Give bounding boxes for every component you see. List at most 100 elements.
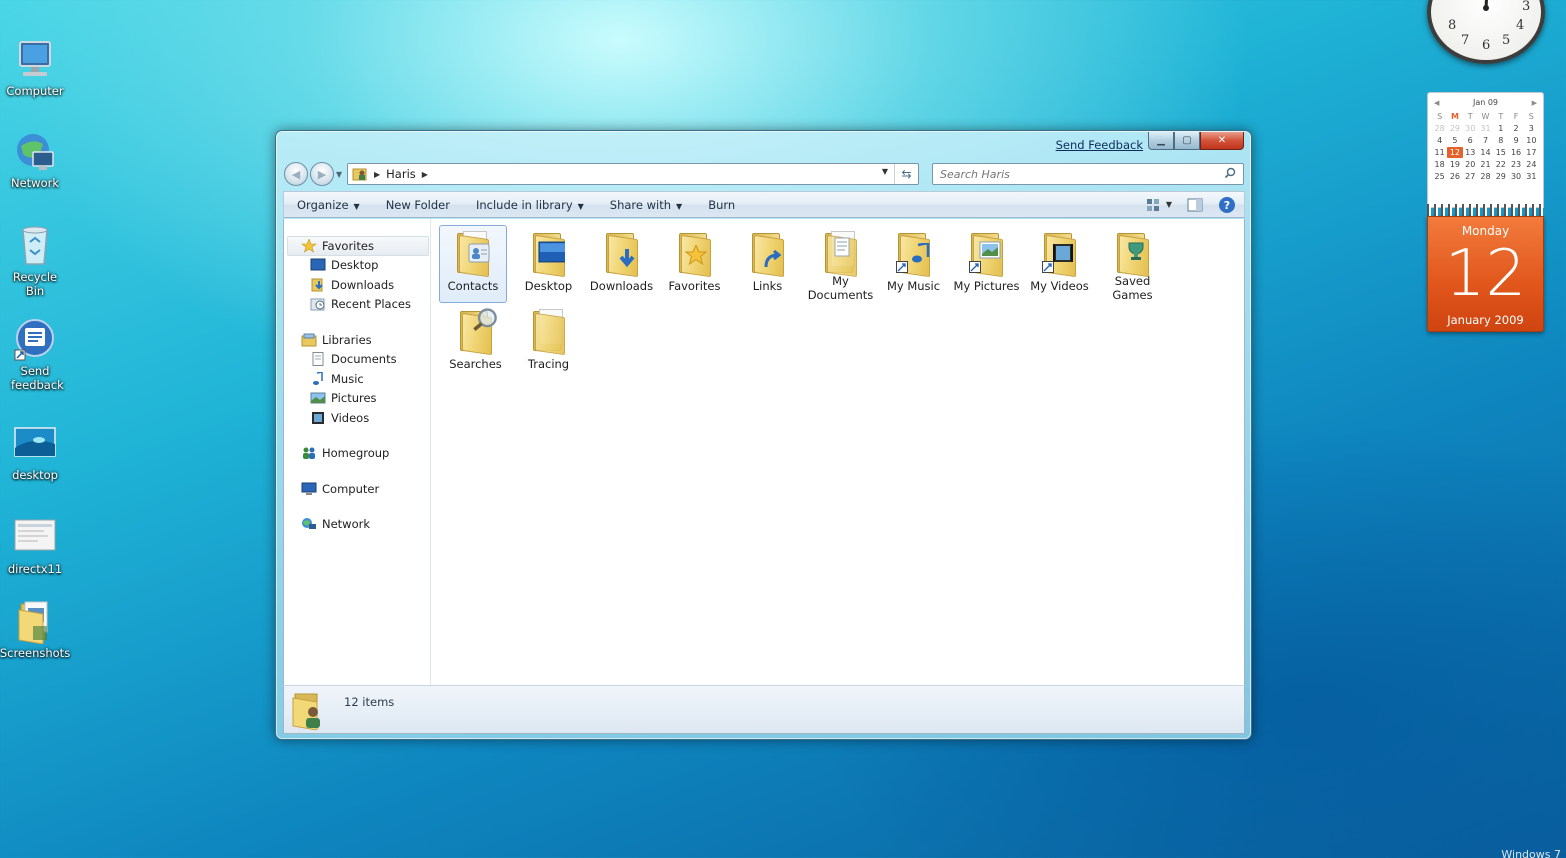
file-item[interactable]: Desktop bbox=[512, 225, 585, 303]
nav-libraries[interactable]: Libraries bbox=[284, 330, 430, 350]
calendar-day[interactable]: 10 bbox=[1524, 135, 1539, 146]
desktop-icon-screenshots[interactable]: Screenshots bbox=[0, 600, 70, 660]
calendar-day[interactable]: 3 bbox=[1524, 123, 1539, 134]
desktop-icon-computer[interactable]: Computer bbox=[2, 38, 68, 98]
calendar-day[interactable]: 27 bbox=[1463, 171, 1478, 182]
back-button[interactable]: ◀ bbox=[284, 162, 308, 186]
nav-music[interactable]: Music bbox=[284, 369, 430, 389]
nav-computer[interactable]: Computer bbox=[284, 479, 430, 499]
calendar-day[interactable]: 8 bbox=[1493, 135, 1508, 146]
clock-gadget[interactable]: 8 7 6 5 4 3 bbox=[1427, 0, 1545, 64]
calendar-day[interactable]: 13 bbox=[1463, 147, 1478, 158]
calendar-day[interactable]: 17 bbox=[1524, 147, 1539, 158]
breadcrumb-separator-icon[interactable]: ▶ bbox=[374, 170, 380, 179]
calendar-day[interactable]: 4 bbox=[1432, 135, 1447, 146]
nav-homegroup[interactable]: Homegroup bbox=[284, 444, 430, 464]
nav-favorites[interactable]: Favorites bbox=[287, 236, 429, 256]
calendar-day[interactable]: 21 bbox=[1478, 159, 1493, 170]
desktop-icon-recycle-bin[interactable]: Recycle Bin bbox=[2, 224, 68, 298]
calendar-day[interactable]: 23 bbox=[1508, 159, 1523, 170]
calendar-day[interactable]: 11 bbox=[1432, 147, 1447, 158]
calendar-day[interactable]: 1 bbox=[1493, 123, 1508, 134]
calendar-day[interactable]: 24 bbox=[1524, 159, 1539, 170]
burn-button[interactable]: Burn bbox=[695, 198, 748, 212]
file-item[interactable]: Downloads bbox=[585, 225, 658, 303]
calendar-day[interactable]: 2 bbox=[1508, 123, 1523, 134]
calendar-day[interactable]: 20 bbox=[1463, 159, 1478, 170]
file-item[interactable]: Links bbox=[731, 225, 804, 303]
file-item[interactable]: My Music bbox=[877, 225, 950, 303]
file-item[interactable]: Contacts bbox=[439, 225, 507, 303]
desktop-icon-send-feedback[interactable]: Send feedback bbox=[2, 318, 68, 392]
refresh-button[interactable]: ⇆ bbox=[894, 164, 918, 184]
breadcrumb-separator-icon[interactable]: ▶ bbox=[422, 170, 428, 179]
nav-videos[interactable]: Videos bbox=[284, 408, 430, 428]
calendar-day[interactable]: 14 bbox=[1478, 147, 1493, 158]
calendar-day[interactable]: 16 bbox=[1508, 147, 1523, 158]
desktop-icon-desktop[interactable]: desktop bbox=[2, 422, 68, 482]
calendar-day[interactable]: 30 bbox=[1463, 123, 1478, 134]
share-with-button[interactable]: Share with ▼ bbox=[597, 198, 695, 212]
desktop-icon-directx11[interactable]: directx11 bbox=[2, 516, 68, 576]
calendar-day[interactable]: 29 bbox=[1493, 171, 1508, 182]
calendar-day[interactable]: 9 bbox=[1508, 135, 1523, 146]
calendar-day[interactable]: 6 bbox=[1463, 135, 1478, 146]
file-item[interactable]: My Documents bbox=[804, 225, 877, 303]
forward-button[interactable]: ▶ bbox=[310, 162, 334, 186]
calendar-day-today[interactable]: 12 bbox=[1447, 147, 1463, 158]
desktop-icon-network[interactable]: Network bbox=[2, 130, 68, 190]
calendar-day[interactable]: 29 bbox=[1447, 123, 1462, 134]
nav-pictures[interactable]: Pictures bbox=[284, 389, 430, 409]
calendar-day[interactable]: 19 bbox=[1447, 159, 1462, 170]
breadcrumb-segment[interactable]: Haris bbox=[386, 167, 416, 181]
search-input[interactable] bbox=[933, 164, 1203, 184]
next-month-button[interactable]: ▶ bbox=[1532, 99, 1537, 107]
preview-pane-icon[interactable] bbox=[1186, 196, 1204, 214]
file-item[interactable]: Tracing bbox=[512, 303, 585, 381]
organize-button[interactable]: Organize ▼ bbox=[284, 198, 373, 212]
calendar-day[interactable]: 26 bbox=[1447, 171, 1462, 182]
include-in-library-button[interactable]: Include in library ▼ bbox=[463, 198, 597, 212]
calendar-day[interactable]: 30 bbox=[1508, 171, 1523, 182]
nav-desktop[interactable]: Desktop bbox=[284, 256, 430, 276]
file-item[interactable]: Saved Games bbox=[1096, 225, 1169, 303]
file-name: My Pictures bbox=[953, 279, 1020, 293]
calendar-gadget[interactable]: ◀ Jan 09 ▶ S M T W T F S 28 29 30 31 1 2… bbox=[1427, 92, 1544, 332]
nav-recent-places[interactable]: Recent Places bbox=[284, 295, 430, 315]
file-item[interactable]: Searches bbox=[439, 303, 512, 381]
calendar-day[interactable]: 31 bbox=[1478, 123, 1493, 134]
calendar-day[interactable]: 18 bbox=[1432, 159, 1447, 170]
search-box[interactable] bbox=[932, 163, 1244, 185]
share-with-label: Share with bbox=[609, 197, 672, 212]
file-list: Contacts Desktop Downloads Favorites Lin… bbox=[431, 219, 1244, 685]
nav-downloads[interactable]: Downloads bbox=[284, 275, 430, 295]
minimize-button[interactable]: ▁ bbox=[1148, 132, 1174, 150]
search-icon[interactable] bbox=[1224, 167, 1236, 179]
view-dropdown-icon[interactable]: ▼ bbox=[1166, 200, 1172, 209]
recent-pages-dropdown[interactable]: ▼ bbox=[336, 162, 346, 186]
help-icon[interactable]: ? bbox=[1218, 196, 1236, 214]
close-button[interactable]: ✕ bbox=[1200, 132, 1244, 150]
calendar-day[interactable]: 25 bbox=[1432, 171, 1447, 182]
maximize-button[interactable]: ▢ bbox=[1174, 132, 1200, 150]
calendar-day[interactable]: 22 bbox=[1493, 159, 1508, 170]
calendar-day-number: 12 bbox=[1444, 237, 1527, 311]
calendar-day[interactable]: 28 bbox=[1478, 171, 1493, 182]
file-item[interactable]: My Pictures bbox=[950, 225, 1023, 303]
nav-network[interactable]: Network bbox=[284, 515, 430, 535]
calendar-day[interactable]: 31 bbox=[1524, 171, 1539, 182]
send-feedback-link[interactable]: Send Feedback bbox=[1056, 138, 1143, 152]
previous-month-button[interactable]: ◀ bbox=[1434, 99, 1439, 107]
file-item[interactable]: My Videos bbox=[1023, 225, 1096, 303]
file-item[interactable]: Favorites bbox=[658, 225, 731, 303]
calendar-day[interactable]: 15 bbox=[1493, 147, 1508, 158]
nav-documents[interactable]: Documents bbox=[284, 350, 430, 370]
calendar-day[interactable]: 5 bbox=[1447, 135, 1462, 146]
address-history-dropdown[interactable]: ▼ bbox=[882, 167, 888, 176]
change-view-icon[interactable] bbox=[1144, 196, 1162, 214]
calendar-day[interactable]: 28 bbox=[1432, 123, 1447, 134]
calendar-day[interactable]: 7 bbox=[1478, 135, 1493, 146]
calendar-day-page: Monday 12 January 2009 bbox=[1427, 216, 1544, 332]
new-folder-button[interactable]: New Folder bbox=[373, 198, 463, 212]
address-bar[interactable]: ▶ Haris ▶ ▼ ⇆ bbox=[347, 163, 919, 185]
